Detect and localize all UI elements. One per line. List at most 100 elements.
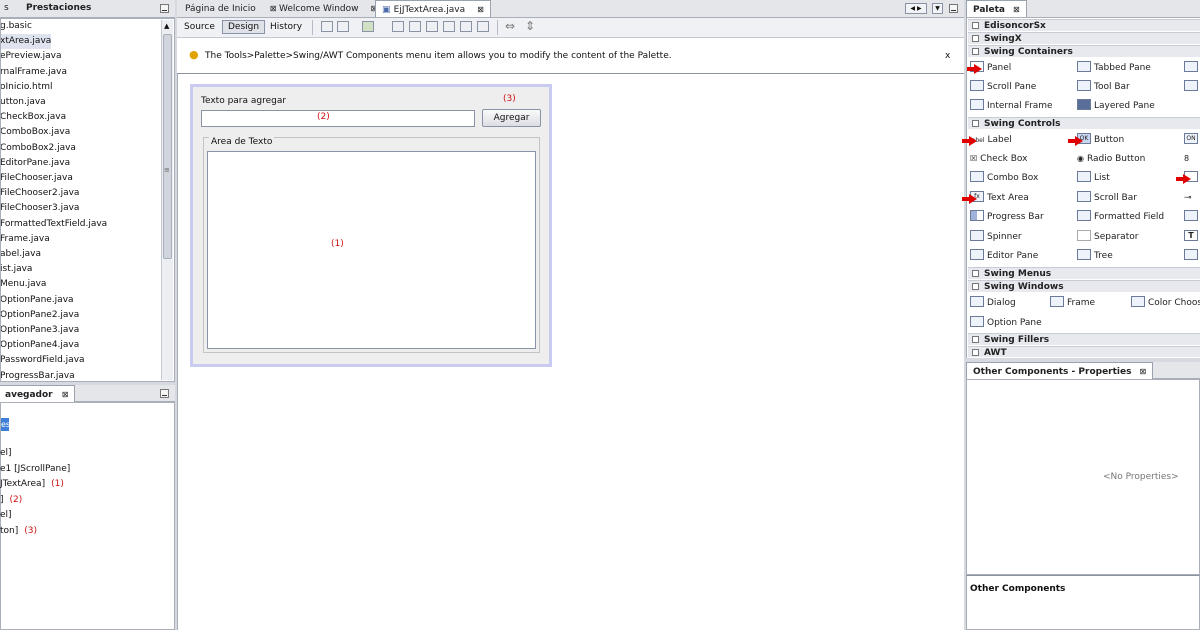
tab-pagina-inicio[interactable]: Página de Inicio ⊠	[179, 0, 282, 17]
file-list-item[interactable]: OptionPane3.java	[1, 323, 79, 338]
file-list-scrollbar[interactable]: ▲ ≡	[161, 20, 173, 380]
navigator-node[interactable]: ton] (3)	[0, 526, 37, 536]
scroll-thumb[interactable]	[163, 34, 172, 259]
category-edisoncorsx[interactable]: EdisoncorSx	[968, 19, 1200, 31]
category-swing-controls[interactable]: Swing Controls	[968, 117, 1200, 129]
close-icon[interactable]: ⊠	[477, 5, 484, 14]
tip-close-button[interactable]: x	[945, 51, 950, 61]
palette-scroll-bar-item[interactable]: Scroll Bar	[1077, 190, 1137, 206]
category-awt[interactable]: AWT	[968, 346, 1200, 358]
palette-progress-bar-item[interactable]: Progress Bar	[970, 209, 1044, 225]
palette-editor-pane-item[interactable]: Editor Pane	[970, 248, 1038, 264]
file-list-item[interactable]: CheckBox.java	[1, 110, 66, 125]
palette-slider-item[interactable]: ⊸	[1184, 190, 1192, 206]
file-list-item[interactable]: FileChooser3.java	[1, 201, 79, 216]
palette-text-pane-item[interactable]: T	[1184, 229, 1200, 245]
file-list-item[interactable]: ComboBox2.java	[1, 141, 76, 156]
file-list-item[interactable]: utton.java	[1, 95, 46, 110]
palette-dialog-item[interactable]: Dialog	[970, 295, 1016, 311]
selection-mode-icon[interactable]	[321, 21, 333, 32]
file-list-item[interactable]: FileChooser.java	[1, 171, 73, 186]
connection-mode-icon[interactable]	[337, 21, 349, 32]
center-vertical-icon[interactable]	[477, 21, 489, 32]
tab-ejjtextarea[interactable]: ▣ EjJTextArea.java ⊠	[375, 0, 491, 17]
source-button[interactable]: Source	[184, 22, 215, 32]
tab-list-icon[interactable]: ▼	[932, 3, 943, 14]
close-icon[interactable]: ⊠	[1139, 367, 1146, 376]
palette-spinner-item[interactable]: Spinner	[970, 229, 1022, 245]
tab-properties[interactable]: Other Components - Properties ⊠	[966, 362, 1154, 379]
maximize-icon[interactable]	[949, 4, 958, 13]
tab-welcome-window[interactable]: Welcome Window ⊠	[273, 0, 383, 17]
scroll-up-icon[interactable]: ▲	[164, 22, 169, 30]
texto-para-agregar-label[interactable]: Texto para agregar	[201, 96, 286, 106]
preview-design-icon[interactable]	[362, 21, 374, 32]
palette-tabbed-pane-item[interactable]: Tabbed Pane	[1077, 60, 1151, 76]
close-icon[interactable]: ⊠	[62, 390, 69, 399]
palette-formatted-field-item[interactable]: Formatted Field	[1077, 209, 1164, 225]
file-list-item[interactable]: xtArea.java	[1, 34, 52, 50]
minimize-icon[interactable]	[160, 4, 169, 13]
file-list-item[interactable]: OptionPane.java	[1, 293, 74, 308]
file-list-item[interactable]: ist.java	[1, 262, 32, 277]
palette-layered-pane-item[interactable]: Layered Pane	[1077, 98, 1155, 114]
center-horizontal-icon[interactable]	[426, 21, 438, 32]
close-icon[interactable]: ⊠	[1013, 5, 1020, 14]
align-bottom-icon[interactable]	[460, 21, 472, 32]
file-list-item[interactable]: Menu.java	[1, 277, 46, 292]
palette-color-chooser-item[interactable]: Color Chooser	[1131, 295, 1200, 311]
navigator-node[interactable]: e1 [JScrollPane]	[0, 464, 70, 474]
palette-separator-item[interactable]: Separator	[1077, 229, 1138, 245]
minimize-icon[interactable]	[160, 389, 169, 398]
category-swing-containers[interactable]: Swing Containers	[968, 45, 1200, 57]
file-list-item[interactable]: PasswordField.java	[1, 353, 85, 368]
file-list-item[interactable]: OptionPane4.java	[1, 338, 79, 353]
scroll-tabs-icon[interactable]: ◀ ▶	[905, 3, 927, 14]
file-list-item[interactable]: FormattedTextField.java	[1, 217, 107, 232]
category-swing-fillers[interactable]: Swing Fillers	[968, 333, 1200, 345]
navigator-node[interactable]: el]	[0, 448, 12, 458]
tab-navigator[interactable]: avegador ⊠	[0, 385, 76, 402]
file-list-item[interactable]: g.basic	[1, 19, 32, 34]
resize-horizontal-icon[interactable]: ⇔	[505, 19, 515, 33]
align-top-icon[interactable]	[443, 21, 455, 32]
file-list-item[interactable]: ProgressBar.java	[1, 369, 75, 381]
palette-button-item[interactable]: OK Button	[1077, 132, 1124, 148]
palette-text-area-item[interactable]: fx Text Area	[970, 190, 1029, 206]
file-list-item[interactable]: OptionPane2.java	[1, 308, 79, 323]
palette-check-box-item[interactable]: ☒ Check Box	[970, 151, 1027, 167]
tab-prestaciones[interactable]: Prestaciones	[20, 0, 97, 17]
jframe-form[interactable]: Texto para agregar (3) (2) Agregar Area …	[190, 84, 552, 367]
file-list-item[interactable]: Frame.java	[1, 232, 50, 247]
tab-paleta[interactable]: Paleta ⊠	[966, 0, 1027, 17]
tab-files[interactable]: s	[0, 0, 15, 17]
palette-toggle-button-item[interactable]: ON	[1184, 132, 1200, 148]
navigator-node[interactable]: ] (2)	[0, 495, 22, 505]
palette-combo-box-item[interactable]: Combo Box	[970, 170, 1038, 186]
palette-table-item[interactable]	[1184, 248, 1200, 264]
align-right-icon[interactable]	[409, 21, 421, 32]
agregar-button[interactable]: Agregar	[482, 109, 541, 127]
category-swing-windows[interactable]: Swing Windows	[968, 280, 1200, 292]
text-field[interactable]	[201, 110, 475, 127]
palette-button-group-item[interactable]: 8	[1184, 151, 1189, 167]
category-swing-menus[interactable]: Swing Menus	[968, 267, 1200, 279]
file-list-item[interactable]: abel.java	[1, 247, 41, 262]
palette-option-pane-item[interactable]: Option Pane	[970, 315, 1042, 331]
palette-tool-bar-item[interactable]: Tool Bar	[1077, 79, 1130, 95]
palette-list-item[interactable]: List	[1077, 170, 1110, 186]
palette-tree-item[interactable]: Tree	[1077, 248, 1113, 264]
category-swingx[interactable]: SwingX	[968, 32, 1200, 44]
navigator-selected-node[interactable]: es	[1, 418, 10, 431]
file-list-item[interactable]: oInicio.html	[1, 80, 53, 95]
navigator-node[interactable]: JTextArea] (1)	[0, 479, 64, 489]
text-area[interactable]	[207, 151, 536, 349]
palette-scroll-pane-item[interactable]: Scroll Pane	[970, 79, 1036, 95]
history-button[interactable]: History	[270, 22, 302, 32]
palette-password-field-item[interactable]	[1184, 209, 1200, 225]
file-list-item[interactable]: FileChooser2.java	[1, 186, 79, 201]
palette-split-pane-item[interactable]	[1184, 60, 1200, 76]
align-left-icon[interactable]	[392, 21, 404, 32]
file-list-item[interactable]: EditorPane.java	[1, 156, 70, 171]
palette-frame-item[interactable]: Frame	[1050, 295, 1095, 311]
